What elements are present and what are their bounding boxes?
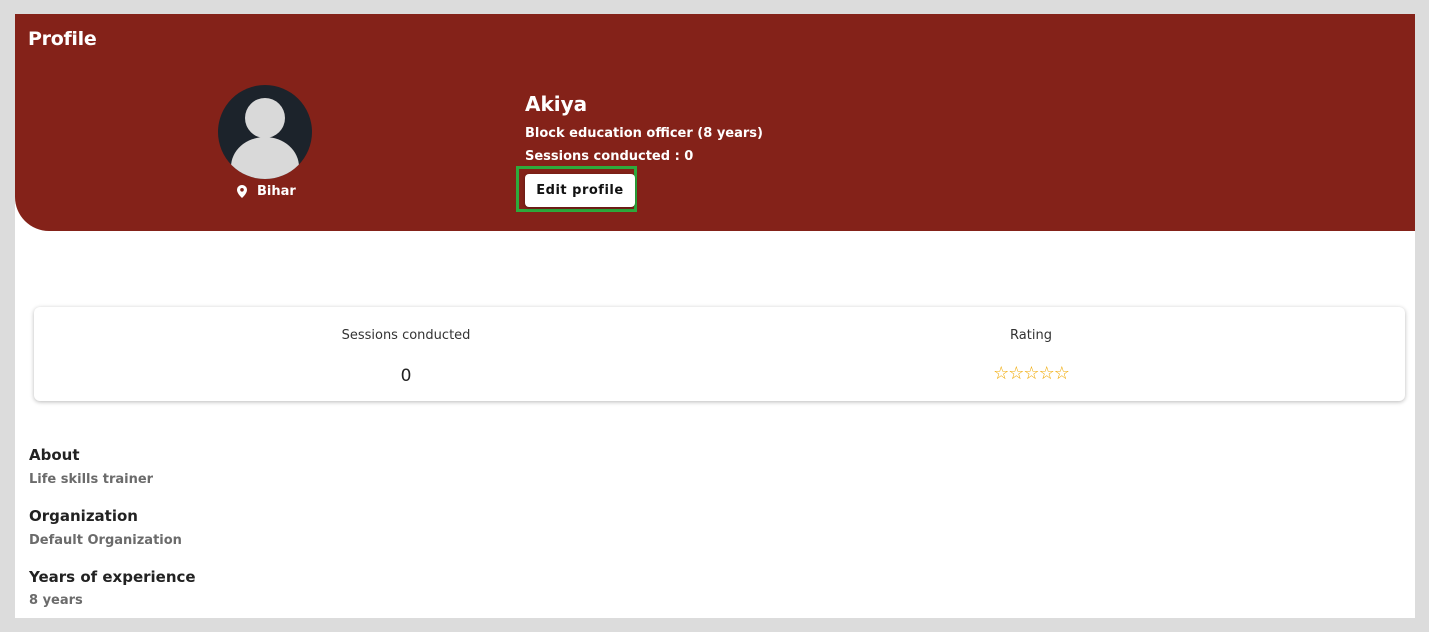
rating-stars-icon: ☆☆☆☆☆ — [993, 363, 1070, 384]
sessions-conducted-value: 0 — [400, 366, 412, 386]
profile-name: Akiya — [525, 92, 588, 116]
experience-value: 8 years — [29, 593, 83, 608]
profile-header: Profile Bihar Akiya Block education offi… — [15, 14, 1415, 231]
avatar-head-icon — [245, 98, 285, 138]
organization-title: Organization — [29, 507, 138, 525]
avatar — [218, 85, 312, 179]
avatar-body-icon — [231, 137, 299, 179]
location-label: Bihar — [257, 184, 296, 199]
profile-designation: Block education officer (8 years) — [525, 126, 763, 141]
about-title: About — [29, 446, 80, 464]
map-pin-icon — [237, 185, 247, 198]
profile-page: Profile Bihar Akiya Block education offi… — [15, 14, 1415, 618]
location: Bihar — [237, 184, 296, 199]
page-title: Profile — [28, 28, 97, 50]
profile-sessions-conducted: Sessions conducted : 0 — [525, 149, 694, 164]
sessions-conducted-label: Sessions conducted — [341, 328, 471, 343]
stats-card: Sessions conducted 0 Rating ☆☆☆☆☆ — [34, 307, 1405, 401]
experience-title: Years of experience — [29, 568, 196, 586]
organization-value: Default Organization — [29, 533, 182, 548]
rating-label: Rating — [1010, 328, 1052, 343]
edit-profile-button[interactable]: Edit profile — [525, 174, 635, 207]
about-value: Life skills trainer — [29, 472, 154, 487]
